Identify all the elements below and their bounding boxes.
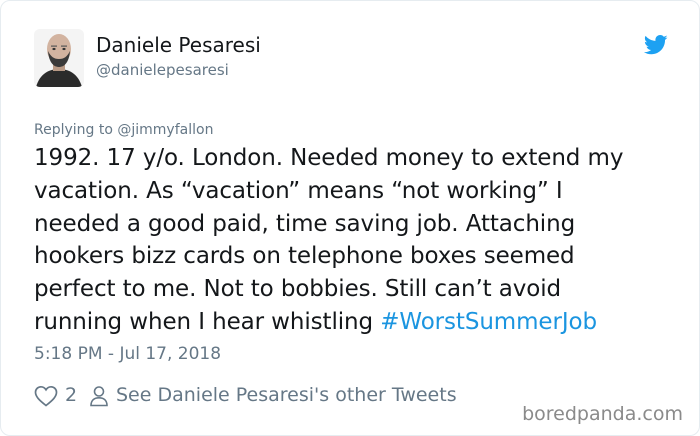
heart-icon[interactable] [34, 385, 58, 407]
twitter-bird-icon[interactable] [644, 35, 668, 55]
hashtag-link[interactable]: #WorstSummerJob [380, 309, 597, 335]
user-display-name[interactable]: Daniele Pesaresi [96, 33, 261, 57]
like-count: 2 [65, 384, 78, 406]
person-icon [90, 386, 108, 407]
avatar-image [34, 29, 84, 87]
tweet-card: Daniele Pesaresi @danielepesaresi Replyi… [0, 0, 700, 436]
see-other-tweets-link[interactable]: See Daniele Pesaresi's other Tweets [116, 384, 457, 406]
avatar[interactable] [34, 29, 84, 87]
user-handle[interactable]: @danielepesaresi [96, 61, 229, 79]
watermark: boredpanda.com [522, 403, 683, 425]
tweet-timestamp[interactable]: 5:18 PM - Jul 17, 2018 [34, 344, 221, 364]
tweet-text: 1992. 17 y/o. London. Needed money to ex… [34, 145, 624, 335]
reply-context[interactable]: Replying to @jimmyfallon [34, 122, 213, 138]
tweet-header: Daniele Pesaresi @danielepesaresi [34, 29, 674, 89]
tweet-body: 1992. 17 y/o. London. Needed money to ex… [34, 142, 674, 339]
